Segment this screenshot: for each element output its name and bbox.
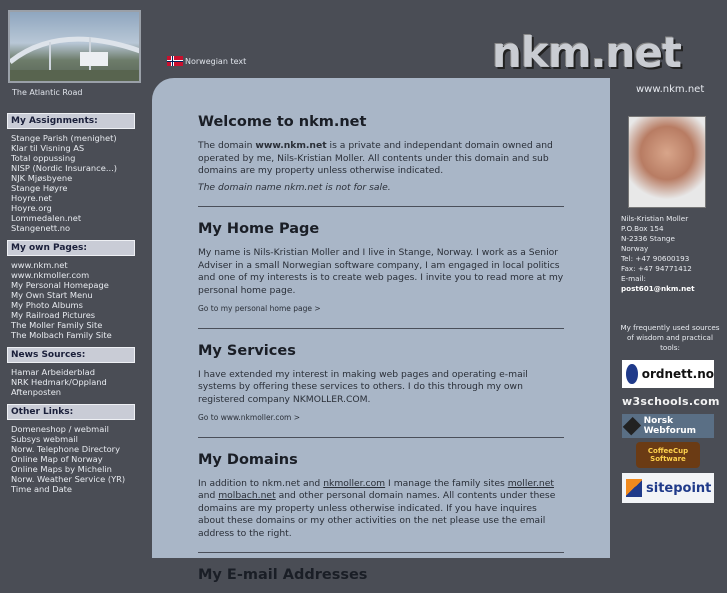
site-url: www.nkm.net [636,84,705,95]
sitepoint-badge[interactable]: sitepoint [622,473,714,503]
home-page-text: My name is Nils-Kristian Moller and I li… [198,247,564,296]
not-for-sale-note: The domain name nkm.net is not for sale. [198,181,391,193]
sidebar-link[interactable]: Aftenposten [11,387,150,397]
assignments-list: Stange Parish (menighet) Klar til Visnin… [0,129,150,237]
main-content-panel: Welcome to nkm.net The domain www.nkm.ne… [152,78,610,583]
section-divider [198,552,564,553]
contact-country: Norway [621,244,649,253]
sidebar-link[interactable]: Stangenett.no [11,223,150,233]
main-content: Welcome to nkm.net The domain www.nkm.ne… [198,114,564,593]
welcome-text: The domain www.nkm.net is a private and … [198,140,553,176]
contact-name: Nils-Kristian Moller [621,214,689,223]
photo-caption: The Atlantic Road [12,88,83,97]
sidebar-link[interactable]: NJK Mjøsbyene [11,173,150,183]
sidebar-link[interactable]: Online Map of Norway [11,454,150,464]
moller-link[interactable]: moller.net [508,478,554,489]
sidebar-link[interactable]: Hoyre.net [11,193,150,203]
email-title: My E-mail Addresses [198,567,368,583]
contact-email-label: E-mail: [621,274,646,283]
services-text: I have extended my interest in making we… [198,368,528,405]
sidebar-link[interactable]: Total oppussing [11,153,150,163]
sidebar-link[interactable]: Online Maps by Michelin [11,464,150,474]
sidebar-heading-news: News Sources: [7,347,135,363]
sidebar-link[interactable]: Time and Date [11,484,150,494]
molbach-link[interactable]: molbach.net [218,490,275,501]
left-sidebar: My Assignments: Stange Parish (menighet)… [0,110,150,498]
sidebar-link[interactable]: My Personal Homepage [11,280,150,290]
sidebar-link[interactable]: Norw. Telephone Directory [11,444,150,454]
nkmoller-link[interactable]: nkmoller.com [323,478,385,489]
contact-info: Nils-Kristian Moller P.O.Box 154 N-2336 … [621,214,695,294]
contact-box: P.O.Box 154 [621,224,664,233]
domain-name: www.nkm.net [255,140,327,151]
sidebar-link[interactable]: Subsys webmail [11,434,150,444]
coffeecup-badge[interactable]: CoffeeCup Software [636,442,700,468]
sidebar-link[interactable]: The Moller Family Site [11,320,150,330]
own-pages-list: www.nkm.net www.nkmoller.com My Personal… [0,256,150,344]
site-logo[interactable]: nkm.net [492,28,682,77]
sidebar-link[interactable]: NISP (Nordic Insurance...) [11,163,150,173]
atlantic-road-photo [8,10,141,83]
sidebar-link[interactable]: www.nkm.net [11,260,150,270]
contact-tel: Tel: +47 90600193 [621,254,690,263]
sidebar-link[interactable]: Klar til Visning AS [11,143,150,153]
owner-portrait [628,116,706,208]
services-link[interactable]: Go to www.nkmoller.com > [198,412,564,425]
home-page-link[interactable]: Go to my personal home page > [198,303,564,316]
sidebar-heading-other-links: Other Links: [7,404,135,420]
contact-city: N-2336 Stange [621,234,675,243]
sidebar-link[interactable]: My Railroad Pictures [11,310,150,320]
section-divider [198,436,564,438]
sidebar-link[interactable]: Domeneshop / webmail [11,424,150,434]
contact-fax: Fax: +47 94771412 [621,264,692,273]
sidebar-link[interactable]: Lommedalen.net [11,213,150,223]
sidebar-heading-own-pages: My own Pages: [7,240,135,256]
sidebar-link[interactable]: www.nkmoller.com [11,270,150,280]
home-page-section: My Home Page My name is Nils-Kristian Mo… [198,221,564,316]
sidebar-link[interactable]: Stange Parish (menighet) [11,133,150,143]
w3schools-badge[interactable]: w3schools.com [622,393,719,409]
sidebar-link[interactable]: NRK Hedmark/Oppland [11,377,150,387]
contact-email-link[interactable]: post601@nkm.net [621,284,695,293]
services-title: My Services [198,342,296,359]
domains-text: In addition to nkm.net and nkmoller.com … [198,477,556,539]
section-divider [198,206,564,207]
norsk-webforum-badge[interactable]: Norsk Webforum [622,414,714,438]
sidebar-link[interactable]: The Molbach Family Site [11,330,150,340]
sidebar-link[interactable]: Hamar Arbeiderblad [11,367,150,377]
section-divider [198,327,564,329]
sidebar-link[interactable]: My Photo Albums [11,300,150,310]
welcome-section: Welcome to nkm.net The domain www.nkm.ne… [198,114,564,194]
sidebar-link[interactable]: My Own Start Menu [11,290,150,300]
sitepoint-logo-icon [626,479,642,497]
norwegian-language-link[interactable]: Norwegian text [167,56,246,66]
sidebar-link[interactable]: Stange Høyre [11,183,150,193]
ordnett-logo-icon [626,364,638,384]
services-section: My Services I have extended my interest … [198,343,564,425]
sidebar-link[interactable]: Norw. Weather Service (YR) [11,474,150,484]
sidebar-heading-assignments: My Assignments: [7,113,135,129]
news-list: Hamar Arbeiderblad NRK Hedmark/Oppland A… [0,363,150,401]
email-section: My E-mail Addresses [198,567,564,583]
welcome-title: Welcome to nkm.net [198,114,367,130]
home-page-title: My Home Page [198,221,320,237]
sidebar-link[interactable]: Hoyre.org [11,203,150,213]
domains-section: My Domains In addition to nkm.net and nk… [198,452,564,541]
norway-flag-icon [167,56,183,66]
language-link-label: Norwegian text [185,56,247,66]
webforum-logo-icon [622,416,641,436]
ordnett-badge[interactable]: ordnett.no [622,360,714,388]
domains-title: My Domains [198,451,298,468]
other-links-list: Domeneshop / webmail Subsys webmail Norw… [0,420,150,498]
resources-caption: My frequently used sources of wisdom and… [620,323,720,352]
